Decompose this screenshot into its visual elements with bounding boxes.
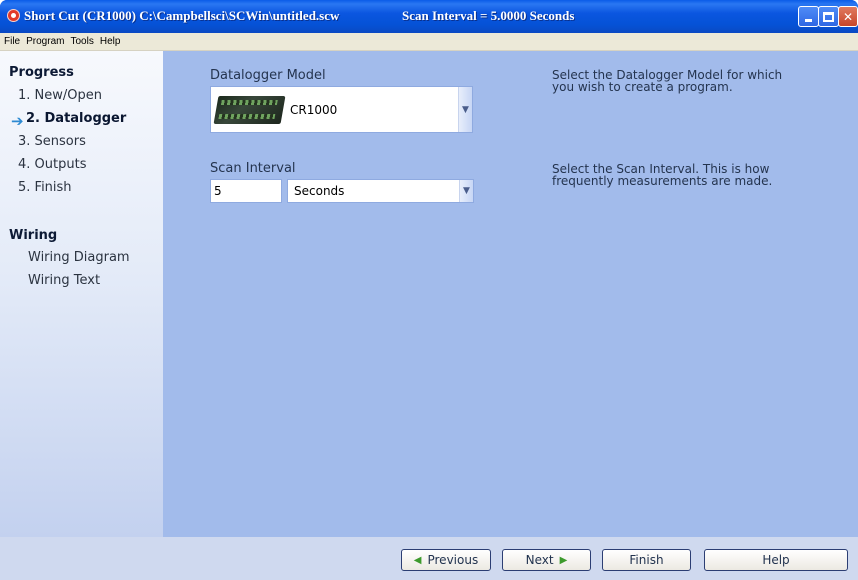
- wiring-heading: Wiring: [9, 228, 58, 243]
- step-new-open[interactable]: 1. New/Open: [18, 88, 102, 103]
- datalogger-model-select[interactable]: CR1000 ▼: [210, 86, 473, 133]
- previous-button[interactable]: ◀ Previous: [401, 549, 491, 571]
- window-title: Short Cut (CR1000) C:\Campbellsci\SCWin\…: [24, 8, 340, 23]
- menu-bar: File Program Tools Help: [0, 33, 858, 51]
- scan-unit-select[interactable]: Seconds ▼: [287, 179, 474, 203]
- scan-interval-status: Scan Interval = 5.0000 Seconds: [402, 8, 575, 23]
- main-panel: Datalogger Model CR1000 ▼ Select the Dat…: [163, 51, 858, 537]
- scan-interval-input[interactable]: [210, 179, 282, 203]
- maximize-icon: [823, 11, 834, 22]
- help-button[interactable]: Help: [704, 549, 848, 571]
- menu-help[interactable]: Help: [98, 36, 125, 47]
- minimize-button[interactable]: [798, 6, 819, 27]
- help-button-label: Help: [762, 553, 790, 567]
- app-icon: [7, 9, 20, 22]
- datalogger-model-label: Datalogger Model: [210, 68, 326, 83]
- chevron-down-icon[interactable]: ▼: [458, 87, 472, 132]
- minimize-icon: [805, 19, 812, 22]
- scan-unit-value: Seconds: [294, 184, 345, 198]
- current-step-arrow-icon: ➔: [11, 112, 24, 130]
- footer: ◀ Previous Next ▶ Finish Help: [0, 537, 858, 580]
- finish-button-label: Finish: [629, 553, 664, 567]
- menu-file[interactable]: File: [2, 36, 24, 47]
- progress-heading: Progress: [9, 65, 74, 80]
- close-icon: ✕: [842, 9, 854, 24]
- datalogger-model-help: Select the Datalogger Model for which yo…: [552, 68, 783, 94]
- close-button[interactable]: ✕: [838, 6, 858, 27]
- scan-interval-label: Scan Interval: [210, 161, 296, 176]
- title-bar[interactable]: Short Cut (CR1000) C:\Campbellsci\SCWin\…: [0, 0, 858, 33]
- wiring-text-link[interactable]: Wiring Text: [28, 273, 100, 288]
- previous-button-label: Previous: [427, 553, 479, 567]
- step-outputs[interactable]: 4. Outputs: [18, 157, 86, 172]
- client-area: Progress 1. New/Open ➔ 2. Datalogger 3. …: [0, 51, 858, 580]
- menu-tools[interactable]: Tools: [68, 36, 97, 47]
- step-finish[interactable]: 5. Finish: [18, 180, 72, 195]
- wiring-diagram-link[interactable]: Wiring Diagram: [28, 250, 130, 265]
- scan-interval-help: Select the Scan Interval. This is how fr…: [552, 162, 773, 188]
- arrow-right-icon: ▶: [559, 554, 568, 566]
- arrow-left-icon: ◀: [413, 554, 422, 566]
- datalogger-model-value: CR1000: [290, 103, 338, 117]
- next-button[interactable]: Next ▶: [502, 549, 591, 571]
- step-datalogger[interactable]: 2. Datalogger: [26, 111, 126, 126]
- maximize-button[interactable]: [818, 6, 839, 27]
- app-window: Short Cut (CR1000) C:\Campbellsci\SCWin\…: [0, 0, 858, 580]
- sidebar: Progress 1. New/Open ➔ 2. Datalogger 3. …: [0, 51, 163, 537]
- datalogger-image: [213, 96, 286, 124]
- chevron-down-icon[interactable]: ▼: [459, 180, 473, 202]
- next-button-label: Next: [525, 553, 554, 567]
- finish-button[interactable]: Finish: [602, 549, 691, 571]
- menu-program[interactable]: Program: [24, 36, 68, 47]
- step-sensors[interactable]: 3. Sensors: [18, 134, 86, 149]
